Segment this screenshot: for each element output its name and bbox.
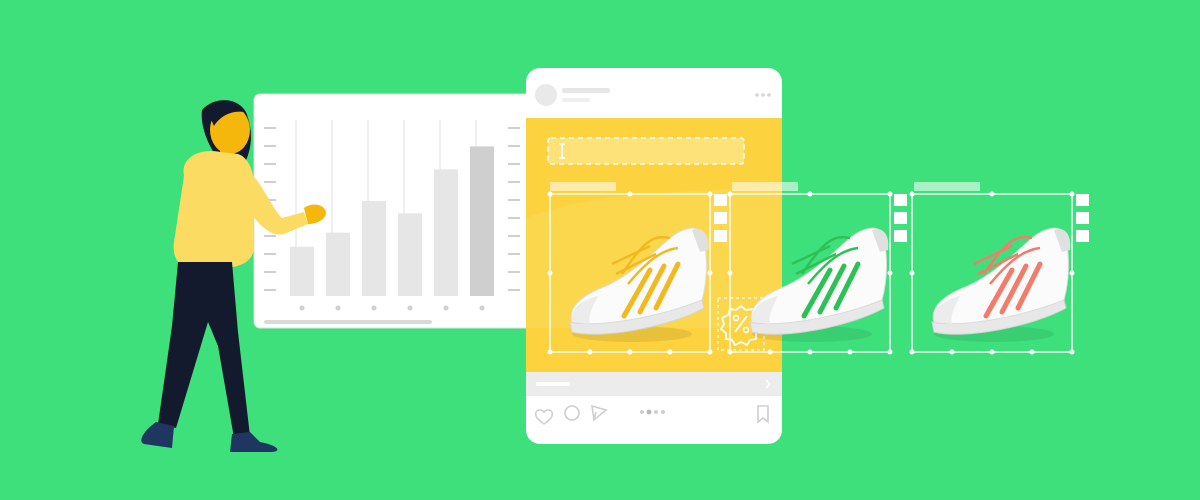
shoe-green — [749, 227, 889, 343]
username-placeholder — [562, 88, 610, 93]
bar-4 — [398, 213, 422, 296]
more-options-icon — [755, 93, 771, 97]
shoe-red — [931, 227, 1071, 343]
shoe-yellow — [569, 227, 709, 343]
product-frame-yellow — [547, 182, 727, 355]
bar-5 — [434, 169, 458, 296]
illustration-scene — [0, 0, 1200, 500]
shoe-right — [230, 432, 278, 452]
product-frame-red — [909, 182, 1089, 355]
avatar — [535, 84, 557, 106]
person-illustration — [141, 100, 326, 452]
text-input-placeholder — [547, 137, 745, 165]
product-frame-green — [727, 182, 907, 355]
shoe-left — [141, 422, 174, 448]
bar-3 — [362, 200, 386, 296]
bar-6 — [470, 146, 494, 296]
product-tag-frames — [547, 182, 1089, 355]
